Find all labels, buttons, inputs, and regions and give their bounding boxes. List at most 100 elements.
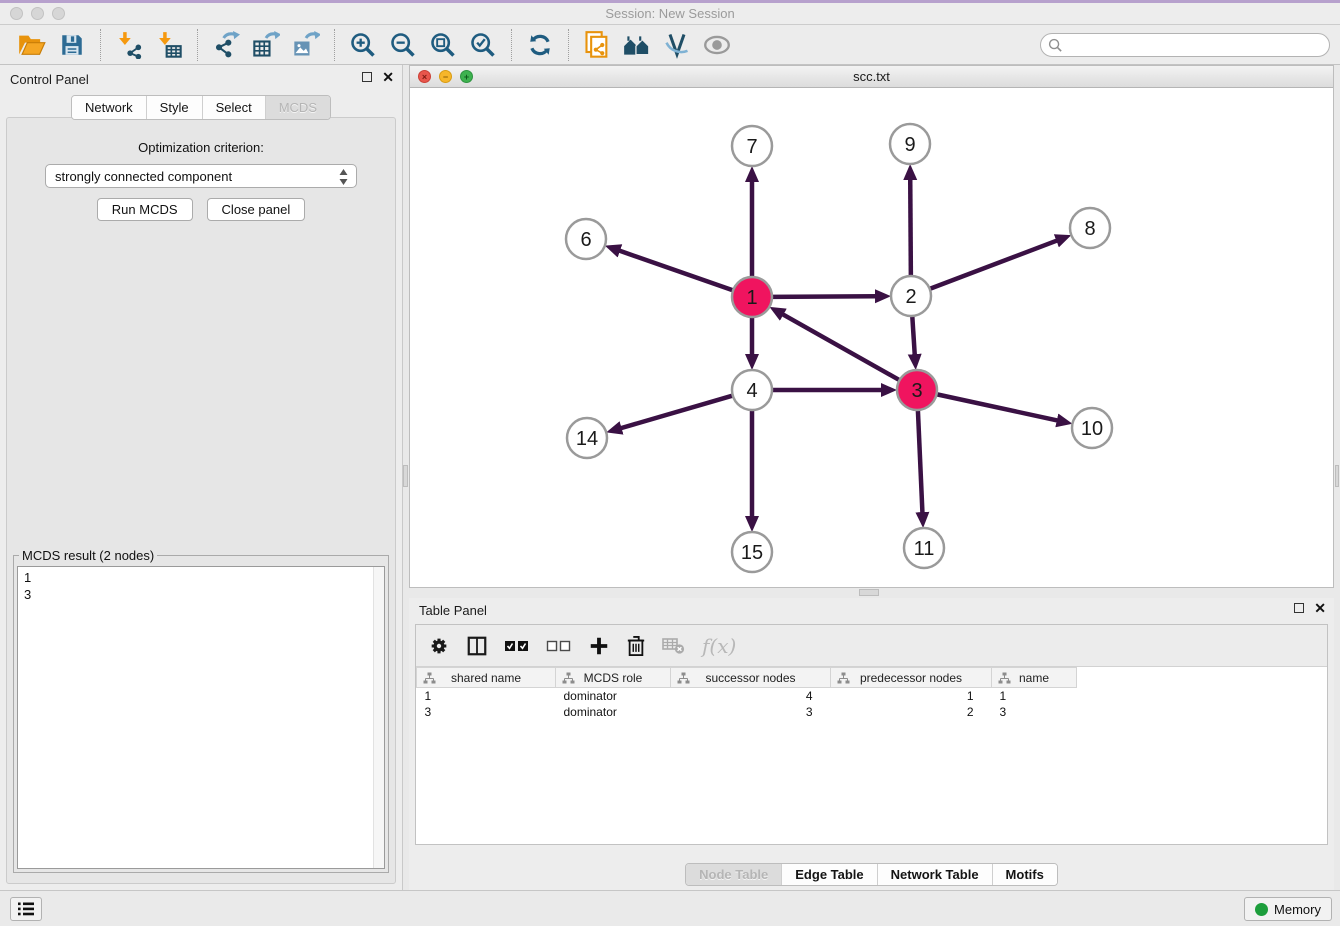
add-column-icon[interactable] (588, 631, 610, 661)
node-2[interactable]: 2 (891, 276, 931, 316)
table-cell[interactable]: 2 (831, 704, 992, 720)
tab-mcds[interactable]: MCDS (265, 96, 330, 119)
delete-column-icon[interactable] (626, 631, 646, 661)
node-9[interactable]: 9 (890, 124, 930, 164)
column-header-predecessor-nodes[interactable]: predecessor nodes (831, 668, 992, 688)
vizmap-icon[interactable] (660, 29, 694, 61)
refresh-icon[interactable] (523, 29, 557, 61)
mcds-result-line[interactable]: 1 (24, 569, 378, 586)
search-input[interactable] (1067, 35, 1329, 55)
svg-text:1: 1 (746, 287, 757, 309)
column-visibility-icon[interactable] (466, 631, 488, 661)
zoom-selected-icon[interactable] (466, 29, 500, 61)
edge-3-1[interactable] (782, 314, 899, 380)
optimization-criterion-select[interactable]: strongly connected component (45, 164, 357, 188)
export-table-icon[interactable] (249, 29, 283, 61)
table-cell[interactable]: dominator (556, 688, 671, 704)
splitter-handle[interactable] (859, 589, 879, 596)
edge-1-2[interactable] (772, 296, 876, 297)
table-cell[interactable]: 3 (992, 704, 1077, 720)
table-toolbar: f(x) (416, 625, 1327, 667)
node-15[interactable]: 15 (732, 532, 772, 572)
table-cell[interactable]: 3 (671, 704, 831, 720)
edge-3-11[interactable] (918, 410, 923, 513)
close-panel-icon[interactable]: ✕ (382, 72, 394, 82)
right-splitter[interactable] (1334, 65, 1340, 890)
control-panel-tabs: NetworkStyleSelectMCDS (0, 95, 402, 120)
open-file-icon[interactable] (15, 29, 49, 61)
select-all-icon[interactable] (504, 631, 530, 661)
table-cell[interactable]: dominator (556, 704, 671, 720)
memory-button[interactable]: Memory (1244, 897, 1332, 921)
node-8[interactable]: 8 (1070, 208, 1110, 248)
svg-text:10: 10 (1081, 418, 1103, 440)
settings-icon[interactable] (428, 631, 450, 661)
node-7[interactable]: 7 (732, 126, 772, 166)
show-graphics-details-icon[interactable] (700, 29, 734, 61)
column-header-successor-nodes[interactable]: successor nodes (671, 668, 831, 688)
run-mcds-button[interactable]: Run MCDS (97, 198, 193, 221)
close-panel-icon[interactable]: ✕ (1314, 603, 1326, 613)
node-3[interactable]: 3 (897, 370, 937, 410)
table-cell[interactable]: 4 (671, 688, 831, 704)
tab-motifs[interactable]: Motifs (992, 864, 1057, 885)
splitter-handle[interactable] (1335, 465, 1339, 487)
table-row[interactable]: 3dominator323 (417, 704, 1077, 720)
zoom-out-icon[interactable] (386, 29, 420, 61)
tab-edge-table[interactable]: Edge Table (781, 864, 876, 885)
splitter-handle[interactable] (403, 465, 408, 487)
table-cell[interactable]: 1 (831, 688, 992, 704)
edge-3-10[interactable] (937, 394, 1058, 420)
edge-2-8[interactable] (930, 240, 1058, 288)
edge-1-6[interactable] (619, 251, 733, 291)
edge-4-14[interactable] (621, 396, 733, 429)
tab-style[interactable]: Style (146, 96, 202, 119)
mcds-result-line[interactable]: 3 (24, 586, 378, 603)
mcds-result-list[interactable]: 13 (17, 566, 385, 869)
table-cell[interactable]: 1 (992, 688, 1077, 704)
delete-table-icon[interactable] (662, 631, 686, 661)
scrollbar-track[interactable] (373, 567, 384, 868)
network-graph: 7 9 6 8 1 2 4 3 14 10 15 11 (410, 88, 1333, 587)
vertical-splitter[interactable] (402, 65, 409, 890)
node-11[interactable]: 11 (904, 528, 944, 568)
node-10[interactable]: 10 (1072, 408, 1112, 448)
first-neighbors-icon[interactable] (620, 29, 654, 61)
zoom-fit-icon[interactable] (426, 29, 460, 61)
horizontal-splitter[interactable] (409, 588, 1334, 598)
tab-select[interactable]: Select (202, 96, 265, 119)
export-image-icon[interactable] (289, 29, 323, 61)
table-row[interactable]: 1dominator411 (417, 688, 1077, 704)
column-header-name[interactable]: name (992, 668, 1077, 688)
node-6[interactable]: 6 (566, 219, 606, 259)
edge-2-9[interactable] (910, 179, 911, 276)
tab-network-table[interactable]: Network Table (877, 864, 992, 885)
node-4[interactable]: 4 (732, 370, 772, 410)
node-14[interactable]: 14 (567, 418, 607, 458)
tab-network[interactable]: Network (72, 96, 146, 119)
function-builder-icon[interactable]: f(x) (702, 631, 736, 661)
table-cell[interactable]: 3 (417, 704, 556, 720)
tab-node-table[interactable]: Node Table (686, 864, 781, 885)
save-session-icon[interactable] (55, 29, 89, 61)
edge-2-3[interactable] (912, 316, 914, 355)
export-network-icon[interactable] (209, 29, 243, 61)
column-header-MCDS-role[interactable]: MCDS role (556, 668, 671, 688)
float-panel-icon[interactable] (1294, 603, 1304, 613)
table-tabs: Node TableEdge TableNetwork TableMotifs (409, 863, 1334, 886)
column-header-shared-name[interactable]: shared name (417, 668, 556, 688)
mcds-result-title: MCDS result (2 nodes) (19, 548, 157, 563)
network-window-titlebar[interactable]: × − + scc.txt (410, 66, 1333, 88)
float-panel-icon[interactable] (362, 72, 372, 82)
table-cell[interactable]: 1 (417, 688, 556, 704)
import-network-icon[interactable] (112, 29, 146, 61)
search-box[interactable] (1040, 33, 1330, 57)
zoom-in-icon[interactable] (346, 29, 380, 61)
network-canvas[interactable]: 7 9 6 8 1 2 4 3 14 10 15 11 (410, 88, 1333, 587)
node-1[interactable]: 1 (732, 277, 772, 317)
clone-network-icon[interactable] (580, 29, 614, 61)
import-table-icon[interactable] (152, 29, 186, 61)
close-panel-button[interactable]: Close panel (207, 198, 306, 221)
show-panels-button[interactable] (10, 897, 42, 921)
deselect-all-icon[interactable] (546, 631, 572, 661)
